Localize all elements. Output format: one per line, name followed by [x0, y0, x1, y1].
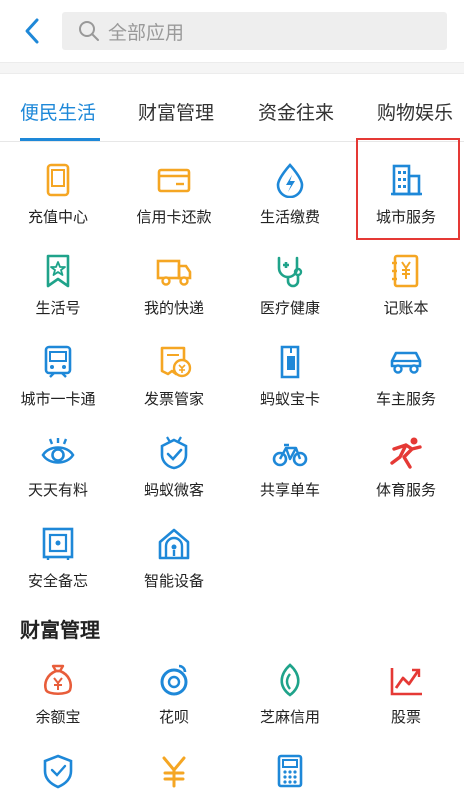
top-bar: 全部应用 [0, 0, 464, 62]
app-transit-card[interactable]: 城市一卡通 [0, 326, 116, 416]
app-eye[interactable]: 天天有料 [0, 417, 116, 507]
app-label: 信用卡还款 [136, 208, 212, 226]
back-button[interactable] [14, 12, 50, 50]
divider [0, 62, 464, 74]
yuan-exchange-icon [162, 756, 186, 788]
category-tabs: 便民生活 财富管理 资金往来 购物娱乐 [0, 86, 464, 142]
ant-shield-check-icon [160, 436, 188, 470]
app-label: 余额宝 [35, 708, 81, 726]
app-sesame-seed[interactable]: 芝麻信用 [232, 644, 348, 734]
safe-box-icon [42, 527, 74, 560]
car-icon [390, 351, 422, 374]
app-label: 花呗 [158, 708, 189, 726]
active-tab-indicator [20, 138, 100, 141]
app-ant-shield-check[interactable]: 蚂蚁微客 [116, 417, 232, 507]
highlight-box [356, 138, 460, 240]
app-phone-recharge[interactable]: 充值中心 [0, 144, 116, 234]
invoice-yuan-icon [160, 346, 192, 378]
stethoscope-cross-icon [277, 256, 303, 288]
app-smart-home[interactable]: 智能设备 [116, 508, 232, 598]
search-input[interactable]: 全部应用 [62, 12, 447, 50]
app-yuan-exchange[interactable]: 汇率换算 [116, 735, 232, 800]
running-figure-icon [390, 437, 422, 469]
app-label: 充值中心 [27, 208, 88, 226]
app-label: 医疗健康 [259, 299, 320, 317]
app-sim-card[interactable]: 蚂蚁宝卡 [232, 326, 348, 416]
app-label: 蚂蚁宝卡 [259, 390, 320, 408]
search-icon [79, 21, 99, 41]
app-label: 蚂蚁微客 [143, 481, 204, 499]
app-label: 芝麻信用 [259, 708, 320, 726]
stock-chart-icon [390, 668, 422, 696]
app-label: 记账本 [383, 299, 429, 317]
sim-card-icon [280, 345, 300, 379]
app-label: 体育服务 [375, 481, 436, 499]
calculator-icon [277, 754, 303, 788]
app-car[interactable]: 车主服务 [348, 326, 464, 416]
water-drop-bolt-icon [276, 163, 304, 198]
app-calculator[interactable]: 理财小工具 [232, 735, 348, 800]
app-label: 车主服务 [375, 390, 436, 408]
app-label: 安全备忘 [27, 572, 88, 590]
app-water-drop-bolt[interactable]: 生活缴费 [232, 144, 348, 234]
app-label: 生活缴费 [259, 208, 320, 226]
app-label: 智能设备 [143, 572, 204, 590]
app-label: 生活号 [35, 299, 81, 317]
app-star-bookmark[interactable]: 生活号 [0, 235, 116, 325]
delivery-truck-icon [156, 259, 192, 286]
app-safe-box[interactable]: 安全备忘 [0, 508, 116, 598]
app-label: 共享单车 [259, 481, 320, 499]
section-title-wealth: 财富管理 [20, 618, 100, 642]
huabei-ring-icon [160, 664, 188, 696]
app-label: 城市一卡通 [20, 390, 96, 408]
tab-transfers[interactable]: 资金往来 [258, 98, 334, 125]
credit-card-icon [157, 168, 191, 193]
insurance-shield-icon [43, 754, 73, 789]
transit-card-icon [44, 345, 72, 378]
app-stethoscope-cross[interactable]: 医疗健康 [232, 235, 348, 325]
search-placeholder: 全部应用 [108, 21, 185, 44]
eye-icon [41, 438, 75, 464]
app-invoice-yuan[interactable]: 发票管家 [116, 326, 232, 416]
sesame-seed-icon [280, 663, 300, 697]
phone-recharge-icon [46, 163, 70, 197]
app-delivery-truck[interactable]: 我的快递 [116, 235, 232, 325]
app-stock-chart[interactable]: 股票 [348, 644, 464, 734]
app-label: 股票 [390, 708, 421, 726]
app-label: 我的快递 [143, 299, 204, 317]
app-insurance-shield[interactable]: 蚂蚁保险 [0, 735, 116, 800]
tab-convenience[interactable]: 便民生活 [20, 98, 96, 125]
smart-home-icon [158, 528, 190, 560]
bicycle-icon [272, 443, 308, 467]
app-label: 天天有料 [27, 481, 88, 499]
app-yuan-ledger[interactable]: 记账本 [348, 235, 464, 325]
money-bag-icon [44, 664, 72, 696]
app-bicycle[interactable]: 共享单车 [232, 417, 348, 507]
chevron-left-icon [25, 18, 39, 44]
app-credit-card[interactable]: 信用卡还款 [116, 144, 232, 234]
app-huabei-ring[interactable]: 花呗 [116, 644, 232, 734]
tab-shopping[interactable]: 购物娱乐 [377, 98, 453, 125]
tab-wealth[interactable]: 财富管理 [138, 98, 214, 125]
app-money-bag[interactable]: 余额宝 [0, 644, 116, 734]
yuan-ledger-icon [392, 254, 419, 288]
star-bookmark-icon [46, 254, 70, 288]
app-label: 发票管家 [143, 390, 204, 408]
app-running-figure[interactable]: 体育服务 [348, 417, 464, 507]
